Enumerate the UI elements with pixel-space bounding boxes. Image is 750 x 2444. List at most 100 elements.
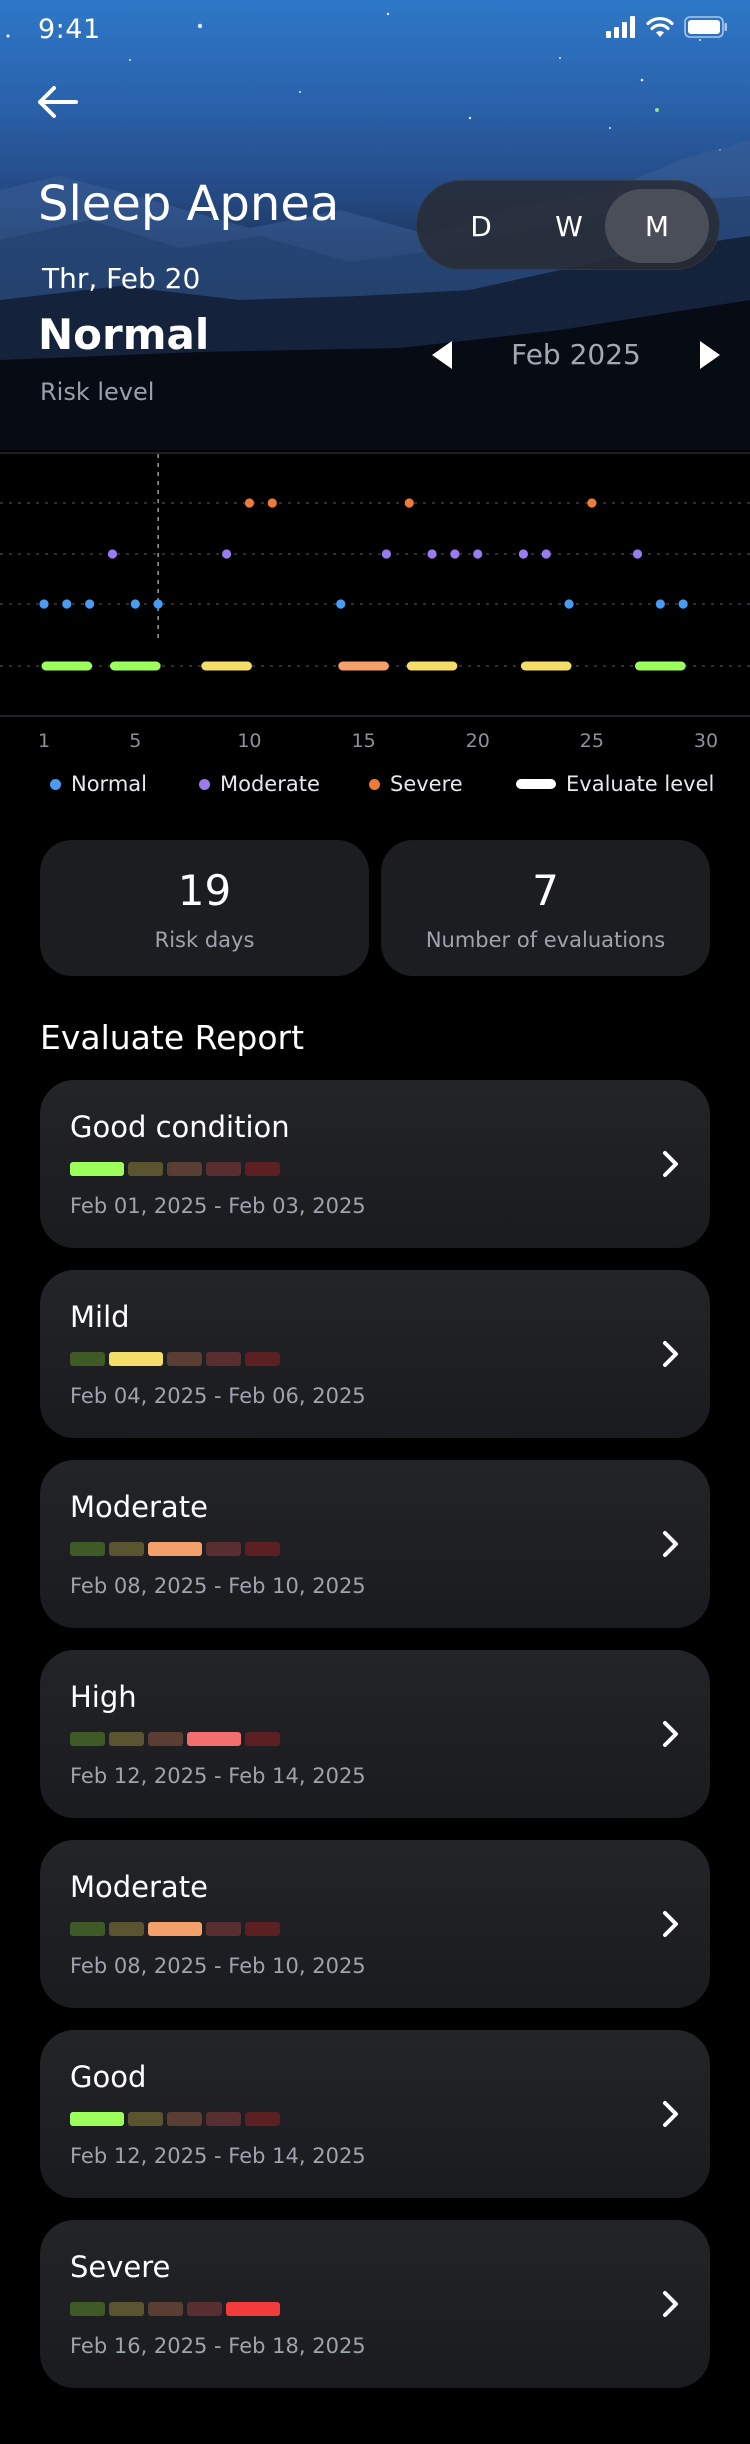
period-segmented-control: D W M [416, 180, 720, 270]
selected-date: Thr, Feb 20 [42, 262, 201, 295]
x-tick-label: 30 [694, 730, 718, 752]
normal-dot-icon [50, 778, 61, 790]
level-segment [206, 1922, 241, 1936]
x-tick-label: 15 [351, 730, 375, 752]
evaluate-bar-icon [516, 779, 556, 789]
level-segment [70, 1352, 105, 1366]
chart-legend: Normal Moderate Severe Evaluate level [0, 772, 750, 802]
level-segment [245, 1542, 280, 1556]
data-point-moderate [450, 549, 460, 559]
level-segment [70, 1542, 105, 1556]
level-segment-active [187, 1732, 241, 1746]
level-segment [245, 1732, 280, 1746]
legend-evaluate-label: Evaluate level [566, 772, 715, 796]
data-point-moderate [541, 549, 551, 559]
legend-normal: Normal [50, 772, 147, 796]
stat-evaluations-value: 7 [532, 866, 559, 915]
legend-evaluate-level: Evaluate level [516, 772, 714, 796]
stat-evaluations: 7 Number of evaluations [381, 840, 710, 976]
risk-level-label: Risk level [40, 378, 155, 406]
level-segment [206, 1162, 241, 1176]
legend-normal-label: Normal [71, 772, 147, 796]
level-segment-active [109, 1352, 163, 1366]
level-segment [206, 2112, 241, 2126]
x-tick-label: 5 [129, 730, 141, 752]
report-date-range: Feb 01, 2025 - Feb 03, 2025 [70, 1194, 366, 1218]
data-point-normal [564, 599, 574, 609]
legend-moderate-label: Moderate [220, 772, 320, 796]
data-point-normal [62, 599, 72, 609]
report-level-scale [70, 1922, 280, 1938]
report-card[interactable]: Severe Feb 16, 2025 - Feb 18, 2025 [40, 2220, 710, 2388]
data-point-severe [244, 498, 255, 508]
report-card[interactable]: Good condition Feb 01, 2025 - Feb 03, 202… [40, 1080, 710, 1248]
data-point-normal [336, 599, 346, 609]
data-point-moderate [381, 549, 392, 559]
month-navigator: Feb 2025 [428, 332, 724, 378]
report-date-range: Feb 04, 2025 - Feb 06, 2025 [70, 1384, 366, 1408]
report-level-scale [70, 1352, 280, 1368]
data-point-moderate [107, 549, 118, 559]
legend-severe: Severe [369, 772, 463, 796]
level-segment [109, 2302, 144, 2316]
risk-chart-svg: 1 5 10 15 20 25 30 [0, 452, 750, 752]
back-button[interactable] [32, 78, 86, 126]
report-card[interactable]: Moderate Feb 08, 2025 - Feb 10, 2025 [40, 1460, 710, 1628]
data-point-normal [39, 599, 49, 609]
x-tick-label: 25 [580, 730, 604, 752]
segment-month[interactable]: M [605, 189, 709, 263]
cellular-signal-icon [606, 16, 635, 38]
status-bar: 9:41 [0, 0, 750, 60]
level-segment-active [226, 2302, 280, 2316]
data-point-normal [130, 599, 140, 609]
status-time: 9:41 [38, 14, 101, 45]
stat-evaluations-label: Number of evaluations [425, 928, 666, 952]
data-point-moderate [632, 549, 643, 559]
report-title: Moderate [70, 1490, 208, 1524]
report-level-scale [70, 1732, 280, 1748]
report-title: High [70, 1680, 137, 1714]
chevron-right-icon [663, 1341, 678, 1367]
data-point-severe [587, 498, 597, 508]
arrow-left-icon [38, 86, 78, 118]
level-segment [167, 2112, 202, 2126]
x-tick-label: 10 [237, 730, 261, 752]
data-point-moderate [427, 549, 437, 559]
report-level-scale [70, 1162, 280, 1178]
level-segment [109, 1542, 144, 1556]
report-card[interactable]: Good Feb 12, 2025 - Feb 14, 2025 [40, 2030, 710, 2198]
report-card[interactable]: Mild Feb 04, 2025 - Feb 06, 2025 [40, 1270, 710, 1438]
legend-severe-label: Severe [390, 772, 463, 796]
report-date-range: Feb 12, 2025 - Feb 14, 2025 [70, 1764, 366, 1788]
data-point-normal [85, 599, 95, 609]
chevron-right-icon [663, 2101, 678, 2127]
report-date-range: Feb 08, 2025 - Feb 10, 2025 [70, 1954, 366, 1978]
stat-risk-days: 19 Risk days [40, 840, 369, 976]
report-title: Mild [70, 1300, 130, 1334]
data-point-moderate [518, 549, 528, 559]
report-title: Severe [70, 2250, 171, 2284]
report-level-scale [70, 1542, 280, 1558]
chevron-right-icon [663, 2291, 678, 2317]
chevron-right-icon [663, 1151, 678, 1177]
stat-risk-days-value: 19 [177, 866, 232, 915]
level-segment [245, 1922, 280, 1936]
status-icons [606, 16, 728, 38]
next-month-button[interactable] [696, 338, 724, 372]
level-segment [109, 1732, 144, 1746]
battery-icon [684, 16, 727, 38]
level-segment [167, 1162, 202, 1176]
chevron-right-icon [663, 1911, 678, 1937]
data-point-severe [404, 498, 414, 508]
level-segment [128, 2112, 163, 2126]
stat-risk-days-label: Risk days [154, 928, 255, 952]
month-label: Feb 2025 [511, 338, 641, 371]
report-level-scale [70, 2302, 280, 2318]
risk-chart[interactable]: 1 5 10 15 20 25 30 [0, 452, 750, 812]
level-segment-active [70, 1162, 124, 1176]
level-segment [70, 2302, 105, 2316]
level-segment [206, 1542, 241, 1556]
level-segment [245, 1162, 280, 1176]
report-card[interactable]: Moderate Feb 08, 2025 - Feb 10, 2025 [40, 1840, 710, 2008]
report-card[interactable]: High Feb 12, 2025 - Feb 14, 2025 [40, 1650, 710, 1818]
